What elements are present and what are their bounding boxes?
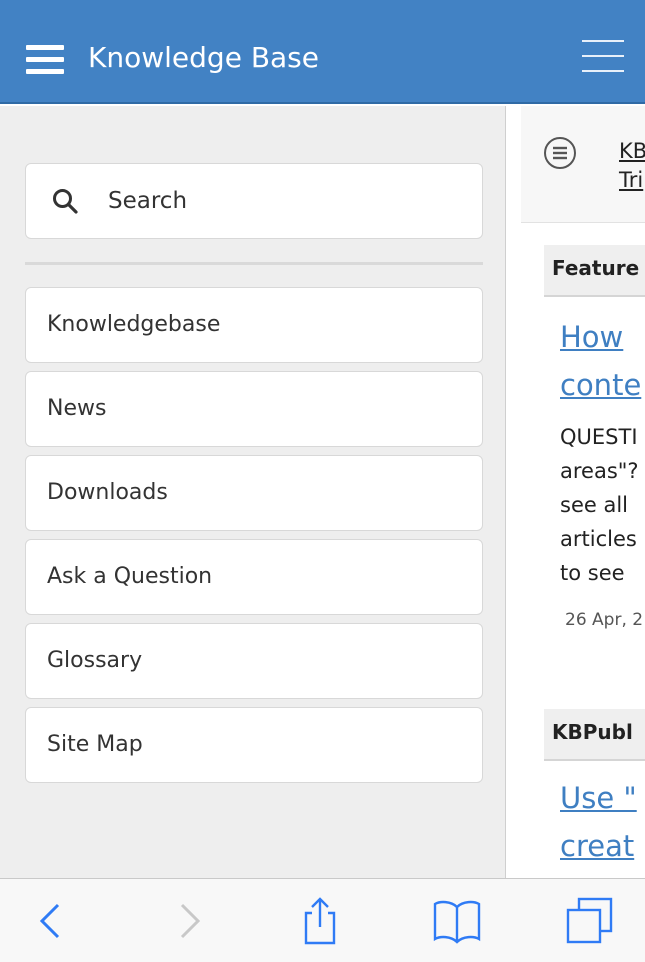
article-title-link[interactable]: How bbox=[560, 316, 623, 358]
menu-item-label: Glossary bbox=[47, 648, 143, 673]
section-title: KBPubl bbox=[552, 720, 633, 744]
menu-item-ask-a-question[interactable]: Ask a Question bbox=[25, 539, 483, 615]
article-title-link[interactable]: Use " bbox=[560, 777, 637, 819]
menu-item-label: Downloads bbox=[47, 480, 168, 505]
book-icon[interactable] bbox=[432, 897, 482, 945]
section-title: Feature bbox=[552, 256, 640, 280]
search-button[interactable]: Search bbox=[25, 163, 483, 239]
section-header: KBPubl bbox=[544, 709, 645, 761]
navigation-drawer: Search Knowledgebase News Downloads Ask … bbox=[0, 106, 506, 878]
section-header: Feature bbox=[544, 245, 645, 297]
article-date: 26 Apr, 2 bbox=[565, 610, 644, 630]
menu-item-news[interactable]: News bbox=[25, 371, 483, 447]
app-header: Knowledge Base bbox=[0, 0, 645, 104]
article-title-link[interactable]: conte bbox=[560, 364, 641, 406]
search-icon bbox=[53, 189, 78, 214]
breadcrumb-link[interactable]: Tri bbox=[619, 166, 643, 194]
article-text: areas"? bbox=[560, 459, 639, 483]
menu-item-label: News bbox=[47, 396, 107, 421]
list-icon[interactable] bbox=[543, 136, 577, 170]
hamburger-icon[interactable] bbox=[26, 45, 64, 75]
menu-item-glossary[interactable]: Glossary bbox=[25, 623, 483, 699]
menu-item-label: Ask a Question bbox=[47, 564, 213, 589]
divider bbox=[25, 262, 483, 265]
breadcrumb-link[interactable]: KB bbox=[619, 137, 645, 165]
article-text: QUESTI bbox=[560, 425, 638, 449]
article-text: see all bbox=[560, 493, 628, 517]
breadcrumb: KB Tri bbox=[521, 106, 645, 223]
article-text: to see bbox=[560, 561, 625, 585]
menu-item-site-map[interactable]: Site Map bbox=[25, 707, 483, 783]
article-title-link[interactable]: creat bbox=[560, 825, 634, 867]
hamburger-icon[interactable] bbox=[582, 40, 624, 74]
tabs-icon[interactable] bbox=[565, 897, 615, 945]
menu-item-downloads[interactable]: Downloads bbox=[25, 455, 483, 531]
chevron-right-icon[interactable] bbox=[160, 897, 210, 945]
menu-item-label: Site Map bbox=[47, 732, 143, 757]
chevron-left-icon[interactable] bbox=[28, 897, 78, 945]
main-content: KB Tri Feature How conte QUESTI areas"? … bbox=[507, 106, 645, 878]
page-title: Knowledge Base bbox=[88, 41, 319, 74]
share-icon[interactable] bbox=[295, 897, 345, 945]
search-label: Search bbox=[108, 188, 188, 214]
browser-toolbar bbox=[0, 878, 645, 962]
menu-item-label: Knowledgebase bbox=[47, 312, 221, 337]
article-text: articles bbox=[560, 527, 637, 551]
menu-item-knowledgebase[interactable]: Knowledgebase bbox=[25, 287, 483, 363]
